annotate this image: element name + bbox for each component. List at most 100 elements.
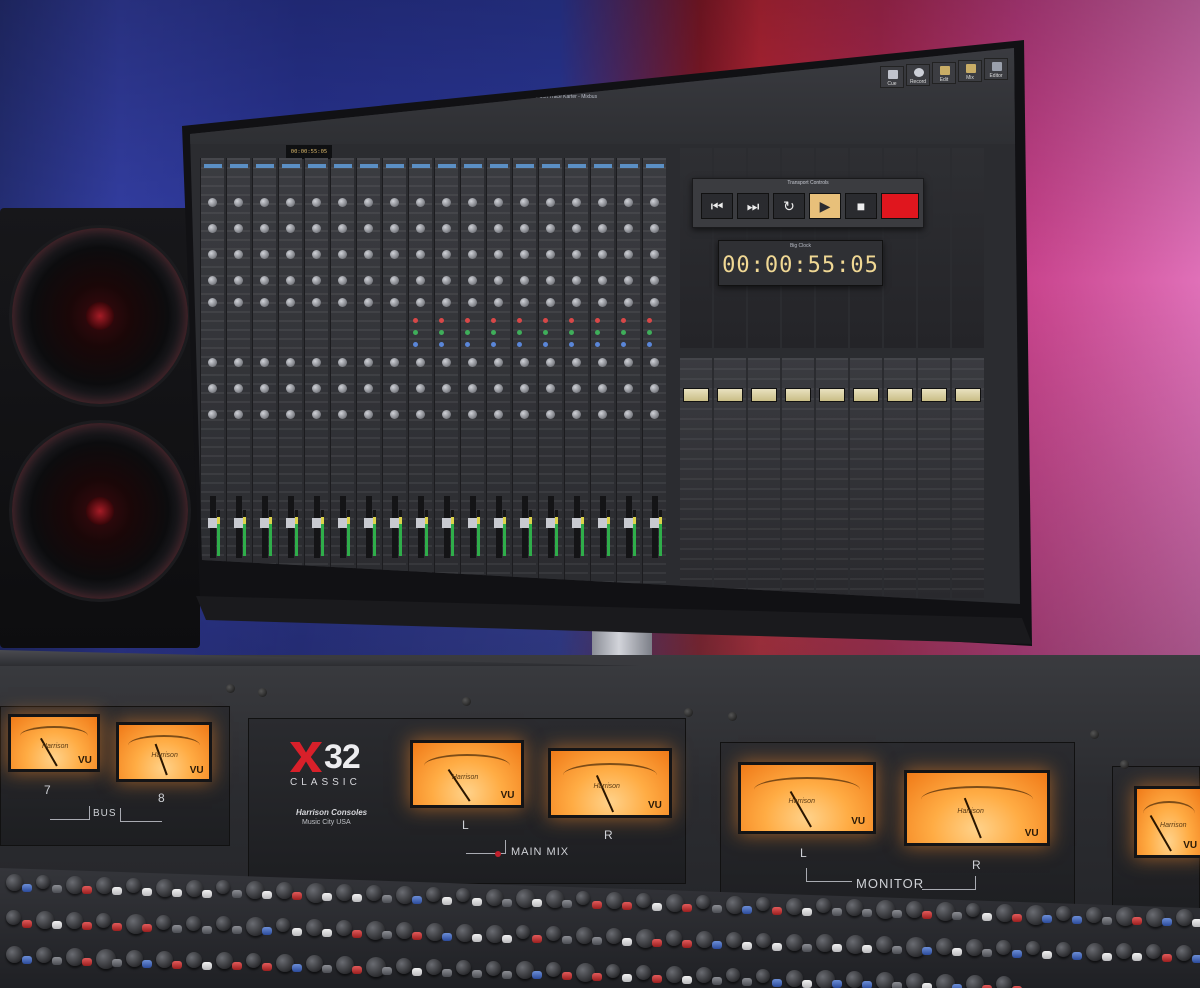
console-switch-cap[interactable]: [232, 926, 242, 934]
console-switch-cap[interactable]: [142, 960, 152, 968]
console-knob[interactable]: [546, 926, 561, 941]
console-switch-cap[interactable]: [802, 944, 812, 952]
channel-input-button[interactable]: [620, 164, 638, 168]
console-switch-cap[interactable]: [982, 949, 992, 957]
channel-knob[interactable]: [442, 298, 451, 307]
toolbar-cue-button[interactable]: Cue: [880, 66, 904, 88]
console-switch-cap[interactable]: [562, 972, 572, 980]
channel-input-button[interactable]: [490, 164, 508, 168]
channel-knob[interactable]: [260, 224, 269, 233]
console-knob[interactable]: [1176, 945, 1192, 961]
channel-knob[interactable]: [442, 358, 451, 367]
console-switch-cap[interactable]: [622, 902, 632, 910]
channel-knob[interactable]: [624, 298, 633, 307]
channel-knob[interactable]: [260, 384, 269, 393]
console-switch-cap[interactable]: [502, 971, 512, 979]
channel-knob[interactable]: [442, 410, 451, 419]
console-switch-cap[interactable]: [382, 895, 392, 903]
console-knob[interactable]: [666, 966, 683, 983]
console-switch-cap[interactable]: [52, 957, 62, 965]
console-switch-cap[interactable]: [742, 906, 752, 914]
console-switch-cap[interactable]: [952, 984, 962, 988]
channel-knob[interactable]: [260, 198, 269, 207]
channel-knob[interactable]: [338, 410, 347, 419]
channel-knob[interactable]: [338, 198, 347, 207]
console-knob[interactable]: [846, 899, 863, 916]
toolbar-record-button[interactable]: Record: [906, 64, 930, 86]
channel-knob[interactable]: [312, 224, 321, 233]
console-knob[interactable]: [996, 940, 1011, 955]
channel-knob[interactable]: [494, 358, 503, 367]
channel-knob[interactable]: [520, 224, 529, 233]
console-switch-cap[interactable]: [82, 886, 92, 894]
transport-go-to-end-button[interactable]: ⏭: [737, 193, 769, 219]
channel-fader[interactable]: [364, 496, 374, 558]
channel-knob[interactable]: [468, 298, 477, 307]
channel-knob[interactable]: [520, 276, 529, 285]
channel-knob[interactable]: [546, 384, 555, 393]
channel-knob[interactable]: [572, 410, 581, 419]
console-switch-cap[interactable]: [142, 888, 152, 896]
console-switch-cap[interactable]: [682, 904, 692, 912]
channel-input-button[interactable]: [230, 164, 248, 168]
channel-knob[interactable]: [208, 298, 217, 307]
channel-knob[interactable]: [390, 250, 399, 259]
console-switch-cap[interactable]: [1132, 917, 1142, 925]
channel-knob[interactable]: [312, 250, 321, 259]
console-knob[interactable]: [6, 874, 23, 891]
channel-knob[interactable]: [234, 384, 243, 393]
console-switch-cap[interactable]: [832, 944, 842, 952]
console-knob[interactable]: [1146, 944, 1161, 959]
console-knob[interactable]: [696, 967, 712, 983]
channel-knob[interactable]: [520, 358, 529, 367]
channel-knob[interactable]: [312, 298, 321, 307]
channel-knob[interactable]: [416, 410, 425, 419]
channel-input-button[interactable]: [282, 164, 300, 168]
console-switch-cap[interactable]: [1012, 950, 1022, 958]
console-switch-cap[interactable]: [562, 900, 572, 908]
console-switch-cap[interactable]: [82, 922, 92, 930]
channel-knob[interactable]: [338, 250, 347, 259]
console-switch-cap[interactable]: [412, 932, 422, 940]
channel-knob[interactable]: [572, 250, 581, 259]
console-switch-cap[interactable]: [352, 894, 362, 902]
console-switch-cap[interactable]: [802, 908, 812, 916]
console-switch-cap[interactable]: [1042, 951, 1052, 959]
console-knob[interactable]: [186, 880, 203, 897]
console-knob[interactable]: [606, 892, 623, 909]
console-switch-cap[interactable]: [112, 959, 122, 967]
console-knob[interactable]: [426, 887, 441, 902]
console-switch-cap[interactable]: [322, 929, 332, 937]
channel-knob[interactable]: [312, 384, 321, 393]
console-knob[interactable]: [216, 916, 231, 931]
console-knob[interactable]: [246, 953, 261, 968]
console-switch-cap[interactable]: [142, 924, 152, 932]
channel-knob[interactable]: [442, 384, 451, 393]
channel-knob[interactable]: [494, 276, 503, 285]
channel-knob[interactable]: [390, 410, 399, 419]
channel-fader[interactable]: [572, 496, 582, 558]
channel-knob[interactable]: [468, 358, 477, 367]
channel-knob[interactable]: [416, 224, 425, 233]
channel-knob[interactable]: [312, 410, 321, 419]
console-switch-cap[interactable]: [172, 925, 182, 933]
console-switch-cap[interactable]: [682, 976, 692, 984]
channel-knob[interactable]: [286, 250, 295, 259]
console-switch-cap[interactable]: [592, 937, 602, 945]
channel-knob[interactable]: [650, 384, 659, 393]
console-switch-cap[interactable]: [472, 898, 482, 906]
channel-knob[interactable]: [546, 358, 555, 367]
console-knob[interactable]: [1176, 909, 1193, 926]
channel-knob[interactable]: [520, 250, 529, 259]
channel-knob[interactable]: [598, 224, 607, 233]
channel-knob[interactable]: [286, 276, 295, 285]
channel-knob[interactable]: [650, 410, 659, 419]
console-knob[interactable]: [576, 891, 590, 905]
channel-knob[interactable]: [572, 358, 581, 367]
channel-knob[interactable]: [416, 384, 425, 393]
channel-input-button[interactable]: [412, 164, 430, 168]
channel-knob[interactable]: [416, 250, 425, 259]
console-switch-cap[interactable]: [532, 971, 542, 979]
console-knob[interactable]: [906, 901, 923, 918]
channel-input-button[interactable]: [646, 164, 664, 168]
